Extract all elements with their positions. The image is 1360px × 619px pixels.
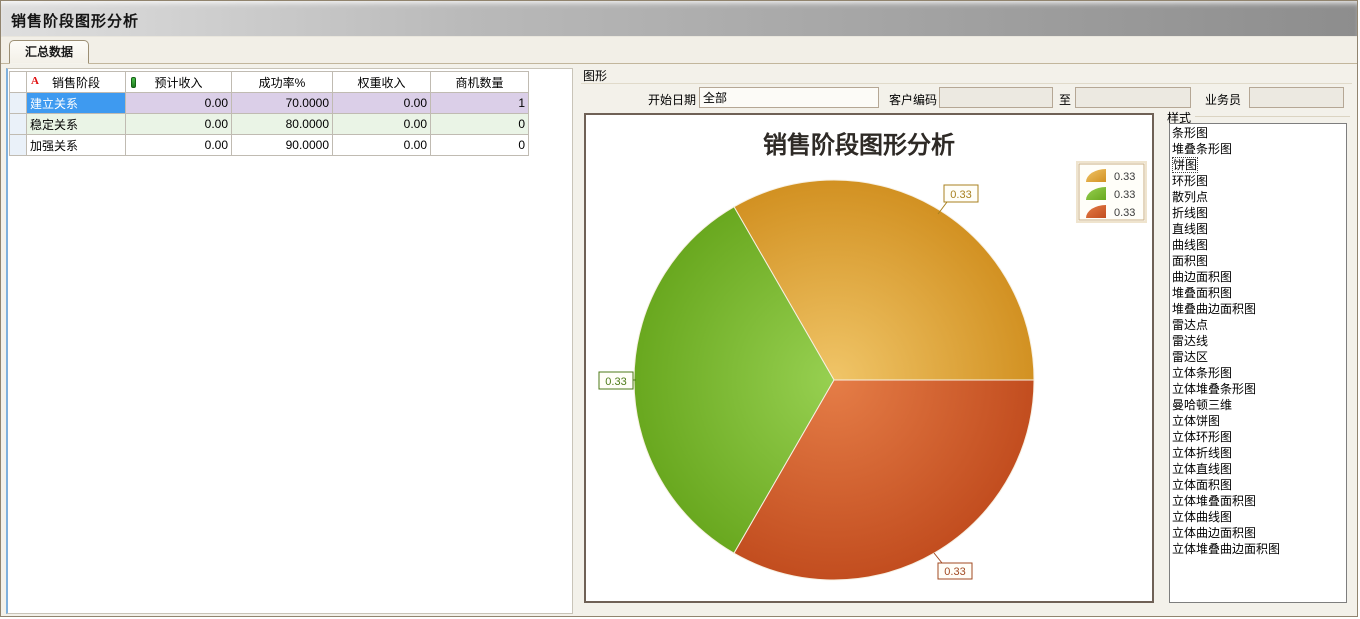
tab-summary-data[interactable]: 汇总数据 (9, 40, 89, 64)
style-item-radar-line[interactable]: 雷达线 (1172, 333, 1346, 349)
table-row[interactable]: 稳定关系 0.00 80.0000 0.00 0 (10, 114, 529, 135)
table-header-row: A 销售阶段 预计收入 成功率% 权重收入 商机数量 (10, 72, 529, 93)
cell-expected[interactable]: 0.00 (126, 135, 232, 156)
style-item-curved-area[interactable]: 曲边面积图 (1172, 269, 1346, 285)
style-item-stacked-curved-area[interactable]: 堆叠曲边面积图 (1172, 301, 1346, 317)
style-item-bar[interactable]: 条形图 (1172, 125, 1346, 141)
summary-grid-panel: A 销售阶段 预计收入 成功率% 权重收入 商机数量 (6, 68, 573, 614)
table-row-selected[interactable]: 建立关系 0.00 70.0000 0.00 1 (10, 93, 529, 114)
style-item-3d-donut[interactable]: 立体环形图 (1172, 429, 1346, 445)
style-item-radar-point[interactable]: 雷达点 (1172, 317, 1346, 333)
tab-strip: 汇总数据 (1, 37, 1357, 64)
cell-weighted[interactable]: 0.00 (333, 93, 431, 114)
filter-pill-icon (131, 77, 136, 88)
style-item-scatter[interactable]: 散列点 (1172, 189, 1346, 205)
pie-slices (634, 180, 1034, 580)
row-header-cell[interactable] (10, 114, 27, 135)
sales-stage-table: A 销售阶段 预计收入 成功率% 权重收入 商机数量 (9, 71, 529, 156)
slice-label-green: 0.33 (599, 372, 636, 389)
pie-chart-svg: 销售阶段图形分析 0.33 0.3 (586, 115, 1152, 601)
style-item-3d-stacked-area[interactable]: 立体堆叠面积图 (1172, 493, 1346, 509)
customer-code-from-input[interactable] (939, 87, 1053, 108)
title-bar: 销售阶段图形分析 (1, 1, 1357, 37)
col-header-success[interactable]: 成功率% (232, 72, 333, 93)
col-header-stage[interactable]: A 销售阶段 (27, 72, 126, 93)
style-item-pie-selected[interactable]: 饼图 (1172, 157, 1346, 173)
style-item-line[interactable]: 折线图 (1172, 205, 1346, 221)
style-item-manhattan-3d[interactable]: 曼哈顿三维 (1172, 397, 1346, 413)
style-item-radar-area[interactable]: 雷达区 (1172, 349, 1346, 365)
pie-chart-canvas[interactable]: 销售阶段图形分析 0.33 0.3 (584, 113, 1154, 603)
style-item-stacked-bar[interactable]: 堆叠条形图 (1172, 141, 1346, 157)
chart-title: 销售阶段图形分析 (763, 130, 955, 159)
to-label: 至 (1057, 91, 1071, 108)
cell-success[interactable]: 80.0000 (232, 114, 333, 135)
style-item-donut[interactable]: 环形图 (1172, 173, 1346, 189)
start-date-label: 开始日期 (606, 91, 696, 108)
legend-value: 0.33 (1114, 189, 1135, 201)
salesman-input[interactable] (1249, 87, 1344, 108)
row-header-cell[interactable] (10, 93, 27, 114)
style-item-3d-pie[interactable]: 立体饼图 (1172, 413, 1346, 429)
style-group-border (1195, 116, 1350, 117)
style-item-area[interactable]: 面积图 (1172, 253, 1346, 269)
graph-group-label: 图形 (583, 67, 607, 84)
style-item-3d-stacked-curved-area[interactable]: 立体堆叠曲边面积图 (1172, 541, 1346, 557)
col-header-expected[interactable]: 预计收入 (126, 72, 232, 93)
style-item-3d-curve[interactable]: 立体曲线图 (1172, 509, 1346, 525)
app-window: 销售阶段图形分析 汇总数据 A 销售阶段 预 (0, 0, 1358, 617)
salesman-label: 业务员 (1199, 91, 1241, 108)
cell-stage[interactable]: 加强关系 (27, 135, 126, 156)
legend-value: 0.33 (1114, 207, 1135, 219)
content-area: A 销售阶段 预计收入 成功率% 权重收入 商机数量 (1, 65, 1357, 616)
cell-success[interactable]: 70.0000 (232, 93, 333, 114)
cell-count[interactable]: 0 (431, 114, 529, 135)
customer-code-label: 客户编码 (879, 91, 937, 108)
col-header-count[interactable]: 商机数量 (431, 72, 529, 93)
style-item-straight-line[interactable]: 直线图 (1172, 221, 1346, 237)
style-item-3d-area[interactable]: 立体面积图 (1172, 477, 1346, 493)
style-item-3d-bar[interactable]: 立体条形图 (1172, 365, 1346, 381)
start-date-input[interactable] (699, 87, 879, 108)
style-item-stacked-area[interactable]: 堆叠面积图 (1172, 285, 1346, 301)
sort-a-icon: A (31, 75, 39, 87)
svg-text:0.33: 0.33 (944, 566, 965, 578)
chart-style-listbox[interactable]: 条形图 堆叠条形图 饼图 环形图 散列点 折线图 直线图 曲线图 面积图 曲边面… (1169, 123, 1347, 603)
cell-weighted[interactable]: 0.00 (333, 135, 431, 156)
style-item-3d-stacked-bar[interactable]: 立体堆叠条形图 (1172, 381, 1346, 397)
graph-group-border (581, 83, 1352, 84)
cell-expected[interactable]: 0.00 (126, 93, 232, 114)
page-title: 销售阶段图形分析 (1, 1, 1357, 31)
slice-label-orange: 0.33 (938, 185, 978, 214)
style-item-3d-straight-line[interactable]: 立体直线图 (1172, 461, 1346, 477)
corner-cell (10, 72, 27, 93)
cell-stage[interactable]: 稳定关系 (27, 114, 126, 135)
cell-success[interactable]: 90.0000 (232, 135, 333, 156)
style-item-3d-line[interactable]: 立体折线图 (1172, 445, 1346, 461)
customer-code-to-input[interactable] (1075, 87, 1191, 108)
style-item-curve[interactable]: 曲线图 (1172, 237, 1346, 253)
cell-expected[interactable]: 0.00 (126, 114, 232, 135)
cell-stage[interactable]: 建立关系 (27, 93, 126, 114)
row-header-cell[interactable] (10, 135, 27, 156)
table-row[interactable]: 加强关系 0.00 90.0000 0.00 0 (10, 135, 529, 156)
legend-value: 0.33 (1114, 171, 1135, 183)
col-header-weighted[interactable]: 权重收入 (333, 72, 431, 93)
cell-count[interactable]: 0 (431, 135, 529, 156)
svg-text:0.33: 0.33 (605, 376, 626, 388)
style-item-3d-curved-area[interactable]: 立体曲边面积图 (1172, 525, 1346, 541)
cell-count[interactable]: 1 (431, 93, 529, 114)
svg-text:0.33: 0.33 (950, 189, 971, 201)
cell-weighted[interactable]: 0.00 (333, 114, 431, 135)
slice-label-red: 0.33 (934, 553, 972, 579)
chart-legend: 0.33 0.33 0.33 (1077, 162, 1146, 222)
graph-panel: 图形 开始日期 客户编码 至 业务员 (579, 65, 1354, 614)
